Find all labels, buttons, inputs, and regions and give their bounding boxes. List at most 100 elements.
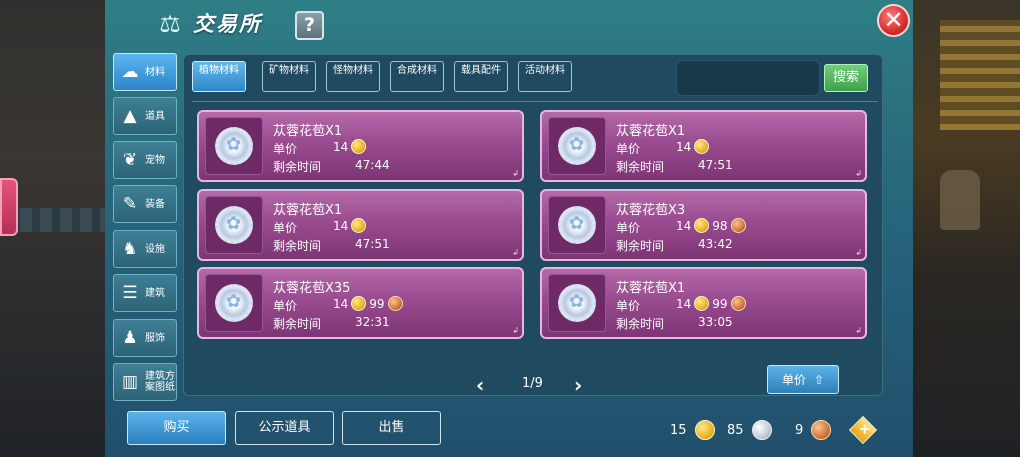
- sidebar-item-blueprints[interactable]: ▥ 建筑方案图纸: [113, 363, 177, 401]
- search-input[interactable]: [676, 60, 820, 96]
- listing-card[interactable]: 苁蓉花苞X3 单价 14 98 剩余时间 43:42 ↲: [540, 189, 867, 261]
- time-remaining: 47:51: [698, 158, 733, 172]
- prev-page-button[interactable]: ‹: [476, 373, 484, 397]
- tab-monster-materials[interactable]: 怪物材料: [326, 61, 380, 92]
- listing-card[interactable]: 苁蓉花苞X1 单价 14 剩余时间 47:51 ↲: [540, 110, 867, 182]
- listing-card[interactable]: 苁蓉花苞X1 单价 14 剩余时间 47:44 ↲: [197, 110, 524, 182]
- corner-icon: ↲: [855, 326, 862, 335]
- close-button[interactable]: ✕: [877, 4, 910, 37]
- background-scene-right: [910, 0, 1020, 457]
- background-figure: [940, 170, 980, 230]
- gold-coin-icon: [351, 218, 367, 233]
- flower-bud-icon: [215, 284, 253, 322]
- divider: [192, 101, 878, 102]
- time-label: 剩余时间: [273, 160, 322, 174]
- copper-amount: 99: [712, 296, 728, 311]
- flower-bud-icon: [558, 127, 596, 165]
- time-remaining: 43:42: [698, 237, 733, 251]
- listing-card[interactable]: 苁蓉花苞X1 单价 14 剩余时间 47:51 ↲: [197, 189, 524, 261]
- price-label: 单价: [616, 142, 641, 156]
- tab-vehicle-parts[interactable]: 载具配件: [454, 61, 508, 92]
- price-label: 单价: [273, 299, 298, 313]
- tab-plant-materials[interactable]: 植物材料: [192, 61, 246, 92]
- price-label: 单价: [616, 299, 641, 313]
- sort-by-price-button[interactable]: 单价 ⇧: [767, 365, 839, 394]
- time-label: 剩余时间: [273, 239, 322, 253]
- time-remaining: 32:31: [355, 315, 390, 329]
- silver-balance-value: 85: [727, 422, 744, 438]
- copper-balance-value: 9: [795, 422, 804, 438]
- item-thumbnail: [548, 274, 606, 332]
- sell-button[interactable]: 出售: [342, 411, 441, 445]
- gold-amount: 14: [676, 139, 692, 154]
- gold-coin-icon: [694, 218, 710, 233]
- time-remaining: 47:44: [355, 158, 390, 172]
- tab-mineral-materials[interactable]: 矿物材料: [262, 61, 316, 92]
- time-label: 剩余时间: [273, 317, 322, 331]
- title-bar: ⚖ 交易所 ? ✕: [105, 0, 913, 50]
- item-name: 苁蓉花苞X1: [616, 281, 686, 296]
- sidebar-item-tools[interactable]: ▲ 道具: [113, 97, 177, 135]
- plus-icon: +: [858, 419, 871, 438]
- buy-button[interactable]: 购买: [127, 411, 226, 445]
- price-value: 14: [333, 139, 367, 154]
- corner-icon: ↲: [855, 248, 862, 257]
- paw-icon: ❦: [122, 150, 138, 170]
- flower-bud-icon: [558, 284, 596, 322]
- next-page-button[interactable]: ›: [574, 373, 582, 397]
- item-thumbnail: [205, 117, 263, 175]
- sidebar-item-buildings[interactable]: ☰ 建筑: [113, 274, 177, 312]
- listing-card[interactable]: 苁蓉花苞X35 单价 14 99 剩余时间 32:31 ↲: [197, 267, 524, 339]
- add-currency-button[interactable]: +: [848, 415, 878, 445]
- copper-coin-icon: [387, 296, 403, 311]
- sidebar-item-clothing[interactable]: ♟ 服饰: [113, 319, 177, 357]
- sidebar-item-equipment[interactable]: ✎ 装备: [113, 185, 177, 223]
- announce-items-button[interactable]: 公示道具: [235, 411, 334, 445]
- help-button[interactable]: ?: [295, 11, 324, 40]
- copper-amount: 98: [712, 218, 728, 233]
- sidebar-item-facilities[interactable]: ♞ 设施: [113, 230, 177, 268]
- silver-balance: 85: [727, 420, 772, 440]
- tab-event-materials[interactable]: 活动材料: [518, 61, 572, 92]
- listing-card[interactable]: 苁蓉花苞X1 单价 14 99 剩余时间 33:05 ↲: [540, 267, 867, 339]
- gold-amount: 14: [333, 296, 349, 311]
- item-thumbnail: [205, 274, 263, 332]
- silver-coin-icon: [751, 420, 772, 440]
- background-scene-left: [0, 0, 110, 457]
- time-remaining: 47:51: [355, 237, 390, 251]
- exchange-window: ⚖ 交易所 ? ✕ ☁ 材料 ▲ 道具 ❦ 宠物 ✎ 装备 ♞ 设施 ☰ 建筑: [105, 0, 913, 457]
- gold-coin-icon: [694, 296, 710, 311]
- sort-label: 单价: [781, 373, 806, 387]
- sort-up-icon: ⇧: [813, 372, 825, 387]
- price-value: 14: [333, 218, 367, 233]
- gold-amount: 14: [676, 218, 692, 233]
- flower-bud-icon: [215, 127, 253, 165]
- price-value: 14 99: [333, 296, 403, 311]
- gold-coin-icon: [694, 139, 710, 154]
- time-label: 剩余时间: [616, 239, 665, 253]
- item-name: 苁蓉花苞X1: [616, 124, 686, 139]
- corner-icon: ↲: [855, 169, 862, 178]
- price-label: 单价: [273, 221, 298, 235]
- search-button[interactable]: 搜索: [824, 64, 868, 92]
- building-icon: ☰: [122, 283, 138, 303]
- gold-coin-icon: [351, 296, 367, 311]
- scales-icon: ⚖: [159, 10, 181, 38]
- item-thumbnail: [548, 196, 606, 254]
- gold-coin-icon: [351, 139, 367, 154]
- gold-amount: 14: [333, 218, 349, 233]
- sidebar-item-materials[interactable]: ☁ 材料: [113, 53, 177, 91]
- sidebar-item-pets[interactable]: ❦ 宠物: [113, 141, 177, 179]
- price-value: 14 99: [676, 296, 746, 311]
- gold-coin-icon: [694, 420, 715, 440]
- price-label: 单价: [616, 221, 641, 235]
- corner-icon: ↲: [512, 248, 519, 257]
- side-tab[interactable]: [0, 178, 18, 236]
- tab-crafting-materials[interactable]: 合成材料: [390, 61, 444, 92]
- flower-bud-icon: [215, 206, 253, 244]
- clothing-icon: ♟: [122, 328, 138, 348]
- gold-amount: 14: [676, 296, 692, 311]
- gold-balance-value: 15: [670, 422, 687, 438]
- copper-coin-icon: [730, 218, 746, 233]
- copper-amount: 99: [369, 296, 385, 311]
